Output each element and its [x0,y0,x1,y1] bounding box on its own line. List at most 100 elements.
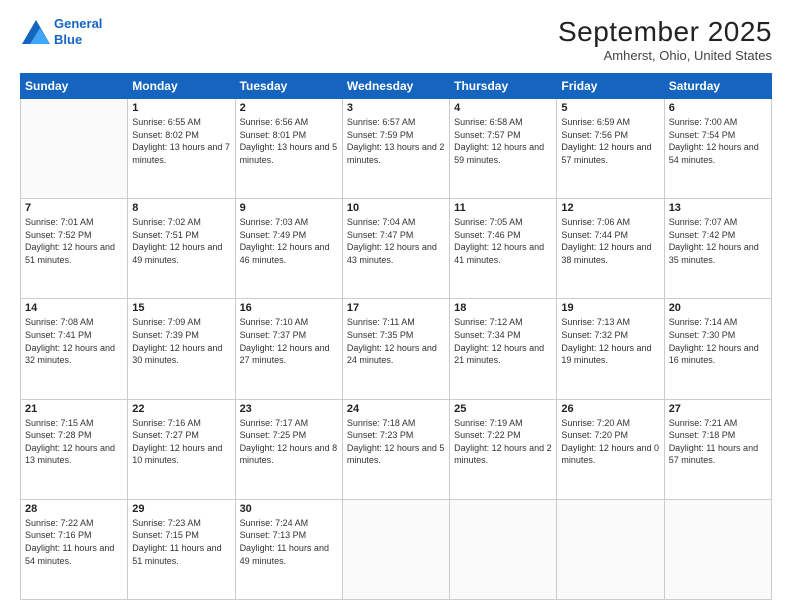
sunset-text: Sunset: 8:01 PM [240,130,307,140]
day-info: Sunrise: 7:12 AMSunset: 7:34 PMDaylight:… [454,316,552,366]
daylight-text: Daylight: 12 hours and 10 minutes. [132,443,222,466]
daylight-text: Daylight: 12 hours and 35 minutes. [669,242,759,265]
day-cell-2-5: 19Sunrise: 7:13 AMSunset: 7:32 PMDayligh… [557,299,664,399]
sunrise-text: Sunrise: 7:01 AM [25,217,94,227]
day-info: Sunrise: 7:18 AM Sunset: 7:23 PM Daylight:… [347,417,445,467]
sunset-text: Sunset: 7:56 PM [561,130,628,140]
daylight-text: Daylight: 13 hours and 5 minutes. [240,142,338,165]
sunrise-text: Sunrise: 7:02 AM [132,217,201,227]
day-number: 9 [240,202,338,214]
day-number: 25 [454,403,552,415]
title-area: September 2025 Amherst, Ohio, United Sta… [558,16,772,63]
month-title: September 2025 [558,16,772,48]
sunrise-text: Sunrise: 7:13 AM [561,317,630,327]
daylight-text: Daylight: 12 hours and 0 minutes. [561,443,659,466]
day-number: 14 [25,302,123,314]
day-info: Sunrise: 7:07 AM Sunset: 7:42 PM Daylight:… [669,216,767,266]
week-row-2: 14Sunrise: 7:08 AMSunset: 7:41 PMDayligh… [21,299,772,399]
header-row: Sunday Monday Tuesday Wednesday Thursday… [21,74,772,99]
day-number: 30 [240,503,338,515]
day-number: 16 [240,302,338,314]
week-row-3: 21 Sunrise: 7:15 AMSunset: 7:28 PMDayligh… [21,399,772,499]
logo-text: General Blue [54,16,102,47]
week-row-4: 28Sunrise: 7:22 AMSunset: 7:16 PMDayligh… [21,499,772,599]
daylight-text: Daylight: 12 hours and 43 minutes. [347,242,437,265]
col-friday: Friday [557,74,664,99]
day-info: Sunrise: 6:56 AMSunset: 8:01 PMDaylight:… [240,116,338,166]
day-cell-4-5 [557,499,664,599]
sunrise-text: Sunrise: 6:58 AM [454,117,523,127]
day-info: Sunrise: 7:21 AMSunset: 7:18 PMDaylight:… [669,417,767,467]
day-cell-4-2: 30Sunrise: 7:24 AMSunset: 7:13 PMDayligh… [235,499,342,599]
day-number: 21 [25,403,123,415]
day-cell-2-0: 14Sunrise: 7:08 AMSunset: 7:41 PMDayligh… [21,299,128,399]
day-cell-2-4: 18Sunrise: 7:12 AMSunset: 7:34 PMDayligh… [450,299,557,399]
day-cell-1-6: 13 Sunrise: 7:07 AM Sunset: 7:42 PM Dayligh… [664,199,771,299]
col-tuesday: Tuesday [235,74,342,99]
sunset-text: Sunset: 7:59 PM [347,130,414,140]
daylight-text: Daylight: 12 hours and 21 minutes. [454,343,544,366]
sunset-text: Sunset: 7:37 PM [240,330,307,340]
sunrise-text: Sunrise: 6:55 AM [132,117,201,127]
daylight-text: Daylight: 12 hours and 13 minutes. [25,443,115,466]
day-cell-3-5: 26Sunrise: 7:20 AMSunset: 7:20 PMDayligh… [557,399,664,499]
day-cell-3-0: 21 Sunrise: 7:15 AMSunset: 7:28 PMDayligh… [21,399,128,499]
day-cell-1-5: 12Sunrise: 7:06 AMSunset: 7:44 PMDayligh… [557,199,664,299]
sunset-text: Sunset: 7:23 PM [347,430,414,440]
day-info: Sunrise: 7:19 AMSunset: 7:22 PMDaylight:… [454,417,552,467]
day-cell-4-1: 29Sunrise: 7:23 AMSunset: 7:15 PMDayligh… [128,499,235,599]
day-cell-0-3: 3Sunrise: 6:57 AMSunset: 7:59 PMDaylight… [342,99,449,199]
day-number: 13 [669,202,767,214]
daylight-text: Daylight: 13 hours and 7 minutes. [132,142,230,165]
sunrise-text: Sunrise: 7:18 AM [347,418,416,428]
col-saturday: Saturday [664,74,771,99]
page: General Blue September 2025 Amherst, Ohi… [0,0,792,612]
daylight-text: Daylight: 12 hours and 54 minutes. [669,142,759,165]
day-cell-2-6: 20Sunrise: 7:14 AMSunset: 7:30 PMDayligh… [664,299,771,399]
sunrise-text: Sunrise: 7:07 AM [669,217,738,227]
daylight-text: Daylight: 12 hours and 46 minutes. [240,242,330,265]
day-info: Sunrise: 7:15 AMSunset: 7:28 PMDaylight:… [25,417,123,467]
day-cell-4-4 [450,499,557,599]
day-number: 3 [347,102,445,114]
day-number: 22 [132,403,230,415]
daylight-text: Daylight: 12 hours and 59 minutes. [454,142,544,165]
day-number: 2 [240,102,338,114]
col-monday: Monday [128,74,235,99]
sunrise-text: Sunrise: 6:57 AM [347,117,416,127]
day-info: Sunrise: 7:23 AMSunset: 7:15 PMDaylight:… [132,517,230,567]
day-number: 8 [132,202,230,214]
day-info: Sunrise: 7:14 AMSunset: 7:30 PMDaylight:… [669,316,767,366]
day-info: Sunrise: 7:01 AMSunset: 7:52 PMDaylight:… [25,216,123,266]
sunrise-text: Sunrise: 7:16 AM [132,418,201,428]
daylight-text: Daylight: 12 hours and 51 minutes. [25,242,115,265]
col-sunday: Sunday [21,74,128,99]
day-number: 17 [347,302,445,314]
sunrise-text: Sunrise: 7:10 AM [240,317,309,327]
day-number: 15 [132,302,230,314]
day-cell-0-2: 2 Sunrise: 6:56 AMSunset: 8:01 PMDaylight… [235,99,342,199]
day-info: Sunrise: 7:20 AMSunset: 7:20 PMDaylight:… [561,417,659,467]
col-wednesday: Wednesday [342,74,449,99]
week-row-0: 1Sunrise: 6:55 AMSunset: 8:02 PMDaylight… [21,99,772,199]
col-thursday: Thursday [450,74,557,99]
day-number: 1 [132,102,230,114]
daylight-text: Daylight: 12 hours and 49 minutes. [132,242,222,265]
sunrise-text: Sunrise: 7:19 AM [454,418,523,428]
sunrise-text: Sunrise: 7:05 AM [454,217,523,227]
day-cell-1-4: 11Sunrise: 7:05 AMSunset: 7:46 PMDayligh… [450,199,557,299]
day-cell-0-1: 1Sunrise: 6:55 AMSunset: 8:02 PMDaylight… [128,99,235,199]
sunset-text: Sunset: 7:41 PM [25,330,92,340]
sunset-text: Sunset: 7:54 PM [669,130,736,140]
day-cell-4-3 [342,499,449,599]
day-number: 23 [240,403,338,415]
day-number: 12 [561,202,659,214]
day-cell-0-5: 5Sunrise: 6:59 AMSunset: 7:56 PMDaylight… [557,99,664,199]
sunrise-text: Sunrise: 7:03 AM [240,217,309,227]
day-cell-3-3: 24Sunrise: 7:18 AMSunset: 7:23 PMDayligh… [342,399,449,499]
day-info: Sunrise: 7:04 AMSunset: 7:47 PMDaylight:… [347,216,445,266]
sunset-text: Sunset: 7:42 PM [669,230,736,240]
day-cell-3-1: 22Sunrise: 7:16 AMSunset: 7:27 PMDayligh… [128,399,235,499]
daylight-text: Daylight: 12 hours and 5 minutes. [347,443,445,466]
daylight-text: Daylight: 12 hours and 19 minutes. [561,343,651,366]
